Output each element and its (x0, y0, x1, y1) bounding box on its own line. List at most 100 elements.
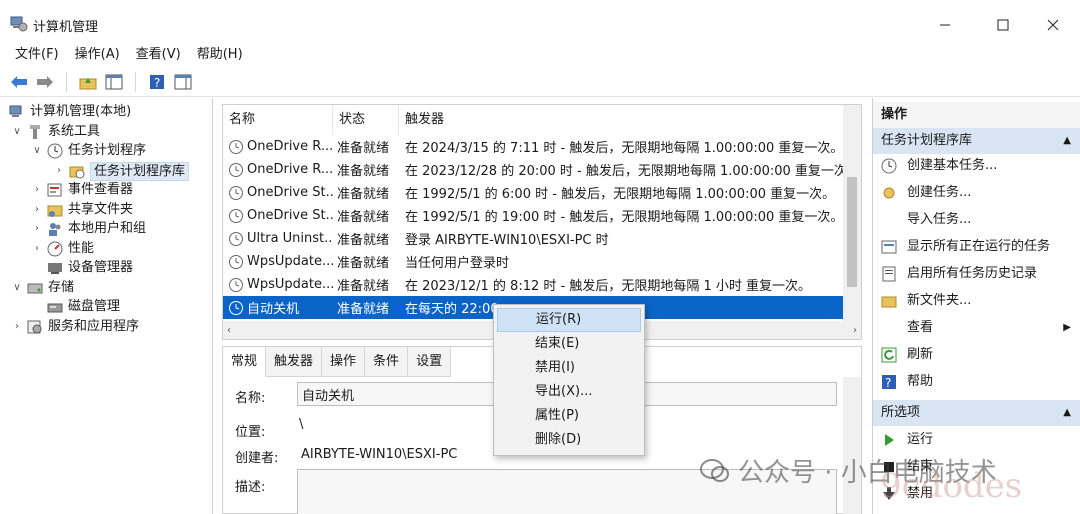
tab-general[interactable]: 常规 (223, 347, 267, 377)
help-button[interactable]: ? (146, 71, 168, 93)
expand-icon[interactable]: › (30, 219, 44, 239)
scroll-left-icon[interactable]: ‹ (227, 325, 231, 336)
tree-item-computer-management[interactable]: 计算机管理(本地) (6, 102, 131, 122)
list-header: 名称 状态 触发器 (223, 105, 843, 135)
toolbar: ? (0, 67, 1080, 97)
task-trigger: 在 1992/5/1 的 19:00 时 - 触发后，无限期地每隔 1.00:0… (405, 210, 843, 225)
show-hide-tree-button[interactable] (103, 71, 125, 93)
expand-icon[interactable]: › (10, 317, 24, 337)
tree-item-device-manager[interactable]: 设备管理器 (44, 258, 133, 278)
tree-item-system-tools[interactable]: ∨ 系统工具 (10, 122, 100, 142)
menu-view[interactable]: 查看(V) (128, 44, 189, 66)
running-tasks-icon (881, 239, 897, 255)
action-item[interactable]: 运行 (873, 426, 1080, 453)
forward-button[interactable] (34, 71, 56, 93)
name-label: 名称: (235, 391, 266, 406)
tree-item-local-users-groups[interactable]: › 本地用户和组 (30, 219, 146, 239)
table-row[interactable]: OneDrive St... 准备就绪在 1992/5/1 的 6:00 时 - … (223, 181, 843, 204)
detail-scrollbar[interactable] (843, 377, 861, 514)
table-row[interactable]: WpsUpdate... 准备就绪 当任何用户登录时 (223, 250, 843, 273)
tab-triggers[interactable]: 触发器 (266, 347, 323, 377)
expand-icon[interactable]: › (30, 200, 44, 220)
actions-section-selected[interactable]: 所选项 ▲ (873, 400, 1080, 426)
collapse-icon[interactable]: ∨ (10, 278, 24, 298)
column-header-name[interactable]: 名称 (223, 105, 333, 135)
action-item[interactable]: 查看 ▶ (873, 314, 1080, 341)
back-button[interactable] (8, 71, 30, 93)
description-label: 描述: (235, 480, 266, 495)
up-folder-button[interactable] (77, 71, 99, 93)
up-folder-icon (79, 77, 97, 89)
close-button[interactable] (1038, 12, 1068, 38)
context-menu-delete[interactable]: 删除(D) (497, 428, 641, 452)
minimize-icon (940, 24, 950, 26)
expand-icon[interactable]: › (52, 161, 66, 181)
tree-item-event-viewer[interactable]: › 事件查看器 (30, 180, 133, 200)
tree-item-task-scheduler[interactable]: ∨ 任务计划程序 (30, 141, 146, 161)
tree-item-services-applications[interactable]: › 服务和应用程序 (10, 317, 139, 337)
action-item[interactable]: 新文件夹... (873, 287, 1080, 314)
action-item[interactable]: 创建基本任务... (873, 152, 1080, 179)
scroll-right-icon[interactable]: › (853, 325, 857, 336)
tree-item-task-scheduler-library[interactable]: › 任务计划程序库 (52, 161, 190, 181)
task-clock-icon (229, 162, 243, 177)
author-value: AIRBYTE-WIN10\ESXI-PC (301, 447, 458, 462)
svg-text:?: ? (154, 76, 160, 90)
tree-item-storage[interactable]: ∨ 存储 (10, 278, 74, 298)
back-arrow-icon (11, 75, 27, 88)
task-status: 准备就绪 (337, 164, 390, 179)
disk-icon (47, 299, 63, 315)
table-row[interactable]: OneDrive R... 准备就绪在 2023/12/28 的 20:00 时 … (223, 158, 843, 181)
menu-file[interactable]: 文件(F) (0, 44, 67, 66)
location-value: \ (299, 417, 304, 432)
context-menu: 运行(R) 结束(E) 禁用(I) 导出(X)... 属性(P) 删除(D) (493, 304, 645, 456)
collapse-icon[interactable]: ∨ (10, 122, 24, 142)
menu-help[interactable]: 帮助(H) (189, 44, 251, 66)
task-status: 准备就绪 (337, 256, 390, 271)
collapse-triangle-icon[interactable]: ▲ (1063, 128, 1071, 154)
task-name: WpsUpdate... (247, 277, 333, 292)
action-item[interactable]: 启用所有任务历史记录 (873, 260, 1080, 287)
context-menu-run[interactable]: 运行(R) (497, 308, 641, 332)
maximize-button[interactable] (988, 12, 1018, 38)
task-status: 准备就绪 (337, 187, 390, 202)
minimize-button[interactable] (930, 12, 960, 38)
show-hide-action-pane-button[interactable] (172, 71, 194, 93)
users-icon (47, 221, 63, 237)
context-menu-properties[interactable]: 属性(P) (497, 404, 641, 428)
context-menu-export[interactable]: 导出(X)... (497, 380, 641, 404)
task-name: WpsUpdate... (247, 254, 333, 269)
column-header-status[interactable]: 状态 (333, 105, 399, 135)
forward-arrow-icon (37, 75, 53, 88)
expand-icon[interactable]: › (30, 239, 44, 259)
action-item[interactable]: 导入任务... (873, 206, 1080, 233)
action-item[interactable]: ? 帮助 (873, 368, 1080, 395)
task-status: 准备就绪 (337, 279, 390, 294)
list-vertical-scrollbar[interactable] (843, 105, 861, 321)
context-menu-end[interactable]: 结束(E) (497, 332, 641, 356)
tab-conditions[interactable]: 条件 (365, 347, 409, 377)
expand-icon[interactable]: › (30, 180, 44, 200)
wechat-logo-icon (700, 458, 729, 482)
action-item[interactable]: 刷新 (873, 341, 1080, 368)
collapse-icon[interactable]: ∨ (30, 141, 44, 161)
column-header-trigger[interactable]: 触发器 (399, 105, 843, 135)
folder-icon (881, 293, 897, 309)
collapse-triangle-icon[interactable]: ▲ (1063, 400, 1071, 426)
menu-action[interactable]: 操作(A) (67, 44, 128, 66)
table-row[interactable]: OneDrive St... 准备就绪在 1992/5/1 的 19:00 时 -… (223, 204, 843, 227)
tree-item-shared-folders[interactable]: › 共享文件夹 (30, 200, 133, 220)
tree-item-disk-management[interactable]: 磁盘管理 (44, 297, 120, 317)
tab-settings[interactable]: 设置 (408, 347, 452, 377)
table-row[interactable]: Ultra Uninst... 准备就绪 登录 AIRBYTE-WIN10\ESXI… (223, 227, 843, 250)
context-menu-disable[interactable]: 禁用(I) (497, 356, 641, 380)
task-status: 准备就绪 (337, 302, 390, 317)
table-row[interactable]: WpsUpdate... 准备就绪在 2023/12/1 的 8:12 时 - 触… (223, 273, 843, 296)
tree-item-performance[interactable]: › 性能 (30, 239, 94, 259)
table-row[interactable]: OneDrive R... 准备就绪在 2024/3/15 的 7:11 时 - … (223, 135, 843, 158)
tab-actions[interactable]: 操作 (322, 347, 366, 377)
scrollbar-thumb[interactable] (847, 177, 857, 287)
actions-section-library[interactable]: 任务计划程序库 ▲ (873, 128, 1080, 154)
action-item[interactable]: 显示所有正在运行的任务 (873, 233, 1080, 260)
action-item[interactable]: 创建任务... (873, 179, 1080, 206)
